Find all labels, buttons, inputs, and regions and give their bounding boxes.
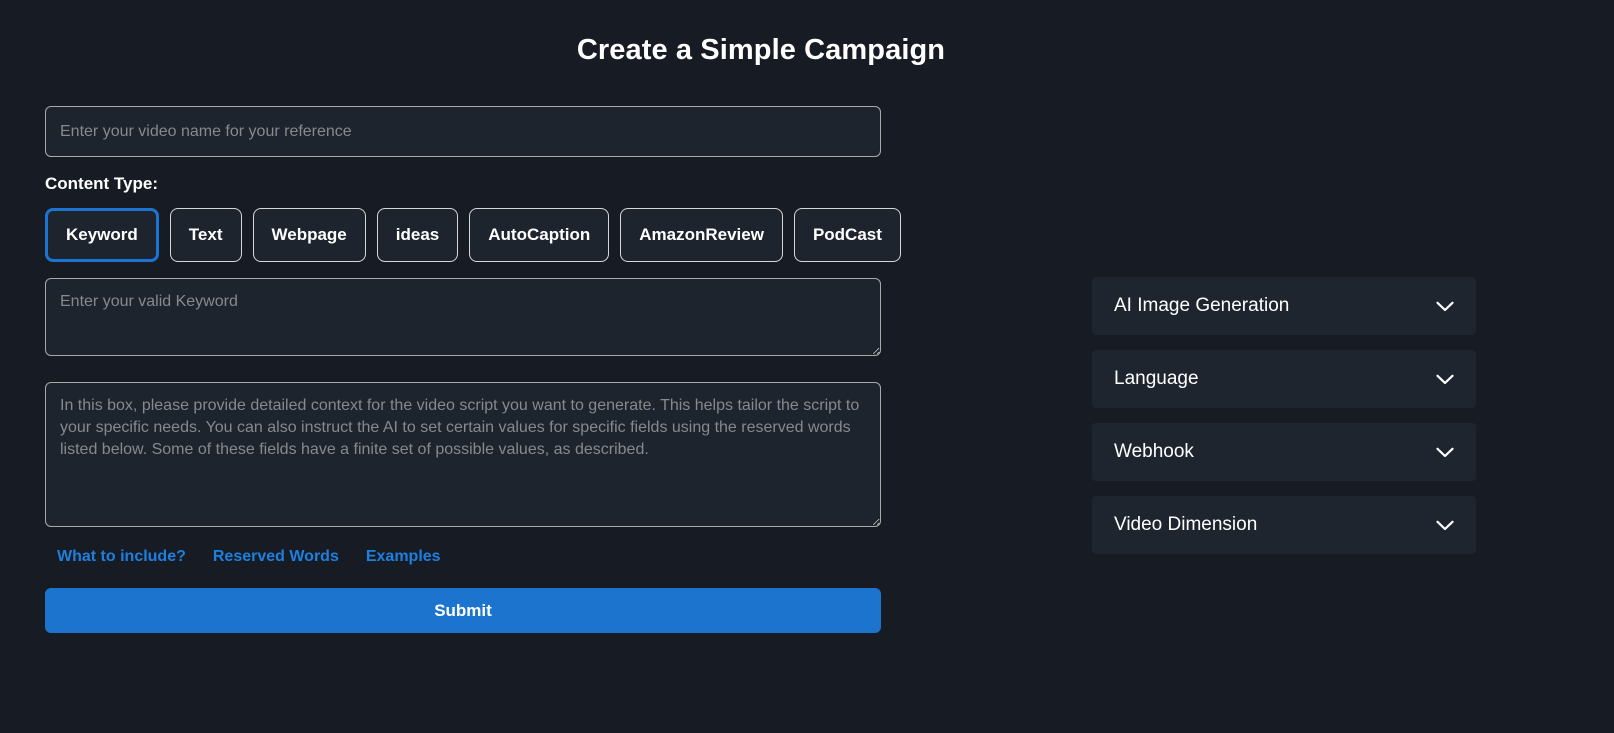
chevron-down-icon <box>1436 301 1454 312</box>
chevron-down-icon <box>1436 520 1454 531</box>
accordion-item-language[interactable]: Language <box>1092 350 1476 408</box>
content-type-autocaption[interactable]: AutoCaption <box>469 208 610 262</box>
content-type-ideas[interactable]: ideas <box>376 208 459 262</box>
content-type-webpage[interactable]: Webpage <box>252 208 366 262</box>
accordion-item-webhook[interactable]: Webhook <box>1092 423 1476 481</box>
content-type-label: Content Type: <box>45 174 159 193</box>
helper-links: What to include? Reserved Words Examples <box>57 548 881 566</box>
accordion-label: Language <box>1114 368 1199 389</box>
context-input[interactable] <box>45 382 881 527</box>
content-type-amazonreview[interactable]: AmazonReview <box>620 208 783 262</box>
video-name-input[interactable] <box>45 106 881 157</box>
accordion-label: Video Dimension <box>1114 514 1258 535</box>
accordion-item-ai-image-generation[interactable]: AI Image Generation <box>1092 277 1476 335</box>
page-title: Create a Simple Campaign <box>576 34 946 66</box>
link-reserved-words[interactable]: Reserved Words <box>213 548 339 566</box>
accordion-label: Webhook <box>1114 441 1194 462</box>
content-type-keyword[interactable]: Keyword <box>45 208 159 262</box>
accordion-item-video-dimension[interactable]: Video Dimension <box>1092 496 1476 554</box>
options-accordion: AI Image Generation Language Webhook Vid… <box>1092 277 1476 569</box>
submit-button[interactable]: Submit <box>45 588 881 633</box>
link-examples[interactable]: Examples <box>366 548 441 566</box>
content-type-text[interactable]: Text <box>169 208 242 262</box>
link-what-to-include[interactable]: What to include? <box>57 548 186 566</box>
accordion-label: AI Image Generation <box>1114 295 1290 316</box>
keyword-input[interactable] <box>45 278 881 356</box>
campaign-create-page: Create a Simple Campaign Content Type: K… <box>0 0 1614 733</box>
chevron-down-icon <box>1436 374 1454 385</box>
content-type-group: Keyword Text Webpage ideas AutoCaption A… <box>45 208 901 262</box>
chevron-down-icon <box>1436 447 1454 458</box>
content-type-podcast[interactable]: PodCast <box>793 208 901 262</box>
campaign-form: Content Type: Keyword Text Webpage ideas… <box>45 106 901 633</box>
